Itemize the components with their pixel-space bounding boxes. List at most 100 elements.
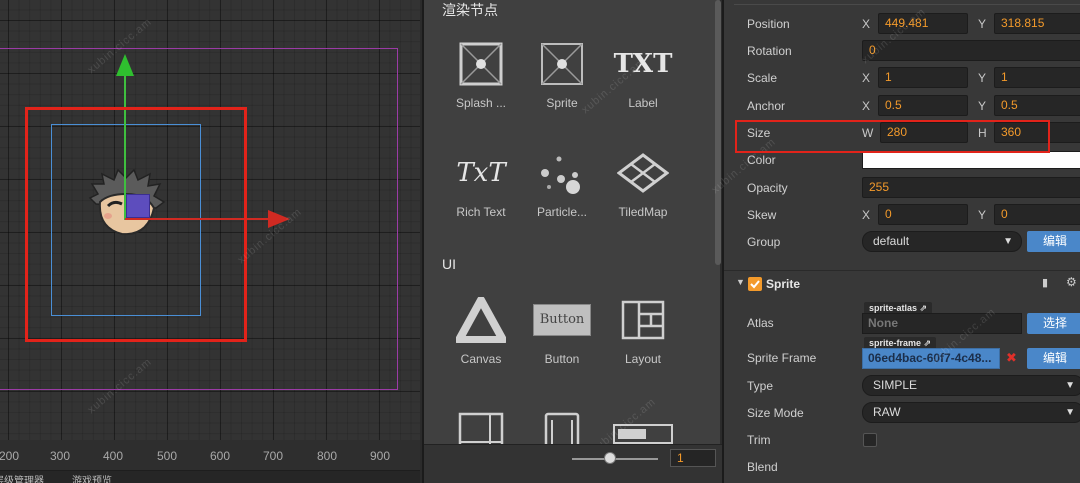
checkmark-icon — [750, 280, 760, 289]
lib-item-layout[interactable]: Layout — [602, 290, 684, 366]
prop-label: Trim — [747, 433, 771, 447]
bottom-tab-bar: 层级管理器 游戏预览 — [0, 470, 420, 483]
scrollview-icon — [440, 404, 522, 444]
clear-icon[interactable]: ✖ — [1006, 350, 1017, 366]
prop-label: Position — [747, 17, 790, 31]
book-icon[interactable]: ▮ — [1042, 276, 1048, 289]
prop-group: Group default ▼ 编辑 — [724, 229, 1080, 255]
group-edit-button[interactable]: 编辑 — [1027, 231, 1080, 252]
prop-rotation: Rotation 0 — [724, 38, 1080, 64]
prop-label: Size Mode — [747, 406, 804, 420]
atlas-field[interactable]: None — [862, 313, 1022, 334]
prop-size-mode: Size Mode RAW ▼ — [724, 400, 1080, 426]
scale-x-input[interactable]: 1 — [878, 67, 968, 88]
ruler-tick-label: 300 — [50, 449, 71, 463]
skew-y-input[interactable]: 0 — [994, 204, 1080, 225]
anchor-y-input[interactable]: 0.5 — [994, 95, 1080, 116]
prop-anchor: Anchor X 0.5 Y 0.5 — [724, 93, 1080, 119]
tiledmap-icon — [602, 143, 684, 203]
opacity-input[interactable]: 255 — [862, 177, 1080, 198]
section-render-nodes: 渲染节点 — [442, 2, 498, 18]
lib-item-pageview[interactable] — [521, 404, 603, 444]
group-select[interactable]: default ▼ — [862, 231, 1022, 252]
prop-label: Group — [747, 235, 781, 249]
lib-item-splash-sprite[interactable]: Splash ... — [440, 34, 522, 110]
collapse-arrow-icon[interactable]: ▼ — [736, 277, 745, 287]
sprite-icon — [521, 34, 603, 94]
atlas-select-button[interactable]: 选择 — [1027, 313, 1080, 334]
zoom-slider-knob[interactable] — [604, 452, 616, 464]
lib-item-rich-text[interactable]: TxT Rich Text — [440, 143, 522, 219]
tab-game-preview[interactable]: 游戏预览 — [72, 472, 112, 483]
axis-label: X — [862, 99, 871, 113]
pageview-icon — [521, 404, 603, 444]
prop-label: Opacity — [747, 181, 788, 195]
axis-label: X — [862, 17, 871, 31]
prop-label: Rotation — [747, 44, 792, 58]
ruler-tick-label: 600 — [210, 449, 231, 463]
properties-panel: Position X 449.481 Y 318.815 Rotation 0 … — [709, 0, 1080, 483]
lib-item-particle-system[interactable]: Particle... — [521, 143, 603, 219]
lib-item-scrollview[interactable] — [440, 404, 522, 444]
zoom-input[interactable]: 1 — [670, 449, 716, 467]
type-select[interactable]: SIMPLE ▼ — [862, 375, 1080, 396]
library-footer: 1 — [424, 444, 722, 483]
prop-blend: Blend — [724, 454, 1080, 480]
axis-label: X — [862, 71, 871, 85]
ruler-tick-label: 200 — [0, 449, 20, 463]
lib-item-label: Splash ... — [455, 96, 507, 110]
axis-label: Y — [978, 208, 987, 222]
splash-sprite-icon — [440, 34, 522, 94]
axis-label: Y — [978, 17, 987, 31]
prop-label: Anchor — [747, 99, 786, 113]
prop-label: Skew — [747, 208, 777, 222]
sprite-enabled-checkbox[interactable] — [748, 277, 762, 291]
rotation-input[interactable]: 0 — [862, 40, 1080, 61]
size-mode-select[interactable]: RAW ▼ — [862, 402, 1080, 423]
sprite-component-header[interactable]: ▼ Sprite ▮ ⚙ — [724, 270, 1080, 298]
move-gizmo-y-arrow[interactable] — [116, 54, 134, 76]
lib-item-label: Rich Text — [456, 205, 506, 219]
sprite-frame-edit-button[interactable]: 编辑 — [1027, 348, 1080, 369]
ruler-tick-label: 500 — [157, 449, 178, 463]
prop-label: Scale — [747, 71, 778, 85]
ruler-tick-label: 900 — [370, 449, 391, 463]
lib-item-label-node[interactable]: TXT Label — [602, 34, 684, 110]
divider — [734, 4, 1080, 5]
skew-x-input[interactable]: 0 — [878, 204, 968, 225]
chevron-down-icon: ▼ — [1003, 236, 1013, 247]
trim-checkbox[interactable] — [863, 433, 877, 447]
lib-item-canvas[interactable]: Canvas — [440, 290, 522, 366]
prop-type: Type SIMPLE ▼ — [724, 373, 1080, 399]
particle-system-icon — [521, 143, 603, 203]
anchor-x-input[interactable]: 0.5 — [878, 95, 968, 116]
library-scrollbar[interactable] — [715, 0, 721, 265]
scale-y-input[interactable]: 1 — [994, 67, 1080, 88]
gear-icon[interactable]: ⚙ — [1066, 275, 1077, 289]
rich-text-icon: TxT — [456, 158, 506, 188]
prop-scale: Scale X 1 Y 1 — [724, 65, 1080, 91]
axis-label: Y — [978, 99, 987, 113]
node-library-panel: 渲染节点 Splash ... Sprite TXT Label TxT Ric… — [422, 0, 722, 483]
scene-editor[interactable]: xubin.cicc.am xubin.cicc.am xubin.cicc.a… — [0, 0, 420, 483]
color-swatch[interactable] — [862, 151, 1080, 169]
position-y-input[interactable]: 318.815 — [994, 13, 1080, 34]
prop-opacity: Opacity 255 — [724, 175, 1080, 201]
lib-item-label: Button — [544, 352, 580, 366]
lib-item-button[interactable]: Button Button — [521, 290, 603, 366]
prop-label: Atlas — [747, 316, 774, 330]
axis-label: Y — [978, 71, 987, 85]
ruler-tick-label: 400 — [103, 449, 124, 463]
ruler-tick-label: 800 — [317, 449, 338, 463]
chevron-down-icon: ▼ — [1065, 407, 1075, 418]
type-select-value: SIMPLE — [873, 378, 918, 392]
highlight-box-size-property — [735, 120, 1050, 153]
tab-hierarchy[interactable]: 层级管理器 — [0, 472, 44, 483]
prop-label: Blend — [747, 460, 778, 474]
lib-item-label: Particle... — [536, 205, 587, 219]
lib-item-tiledmap[interactable]: TiledMap — [602, 143, 684, 219]
chevron-down-icon: ▼ — [1065, 380, 1075, 391]
prop-skew: Skew X 0 Y 0 — [724, 202, 1080, 228]
prop-atlas: Atlas sprite-atlas ⇗ None 选择 — [724, 302, 1080, 336]
prop-trim: Trim — [724, 427, 1080, 453]
